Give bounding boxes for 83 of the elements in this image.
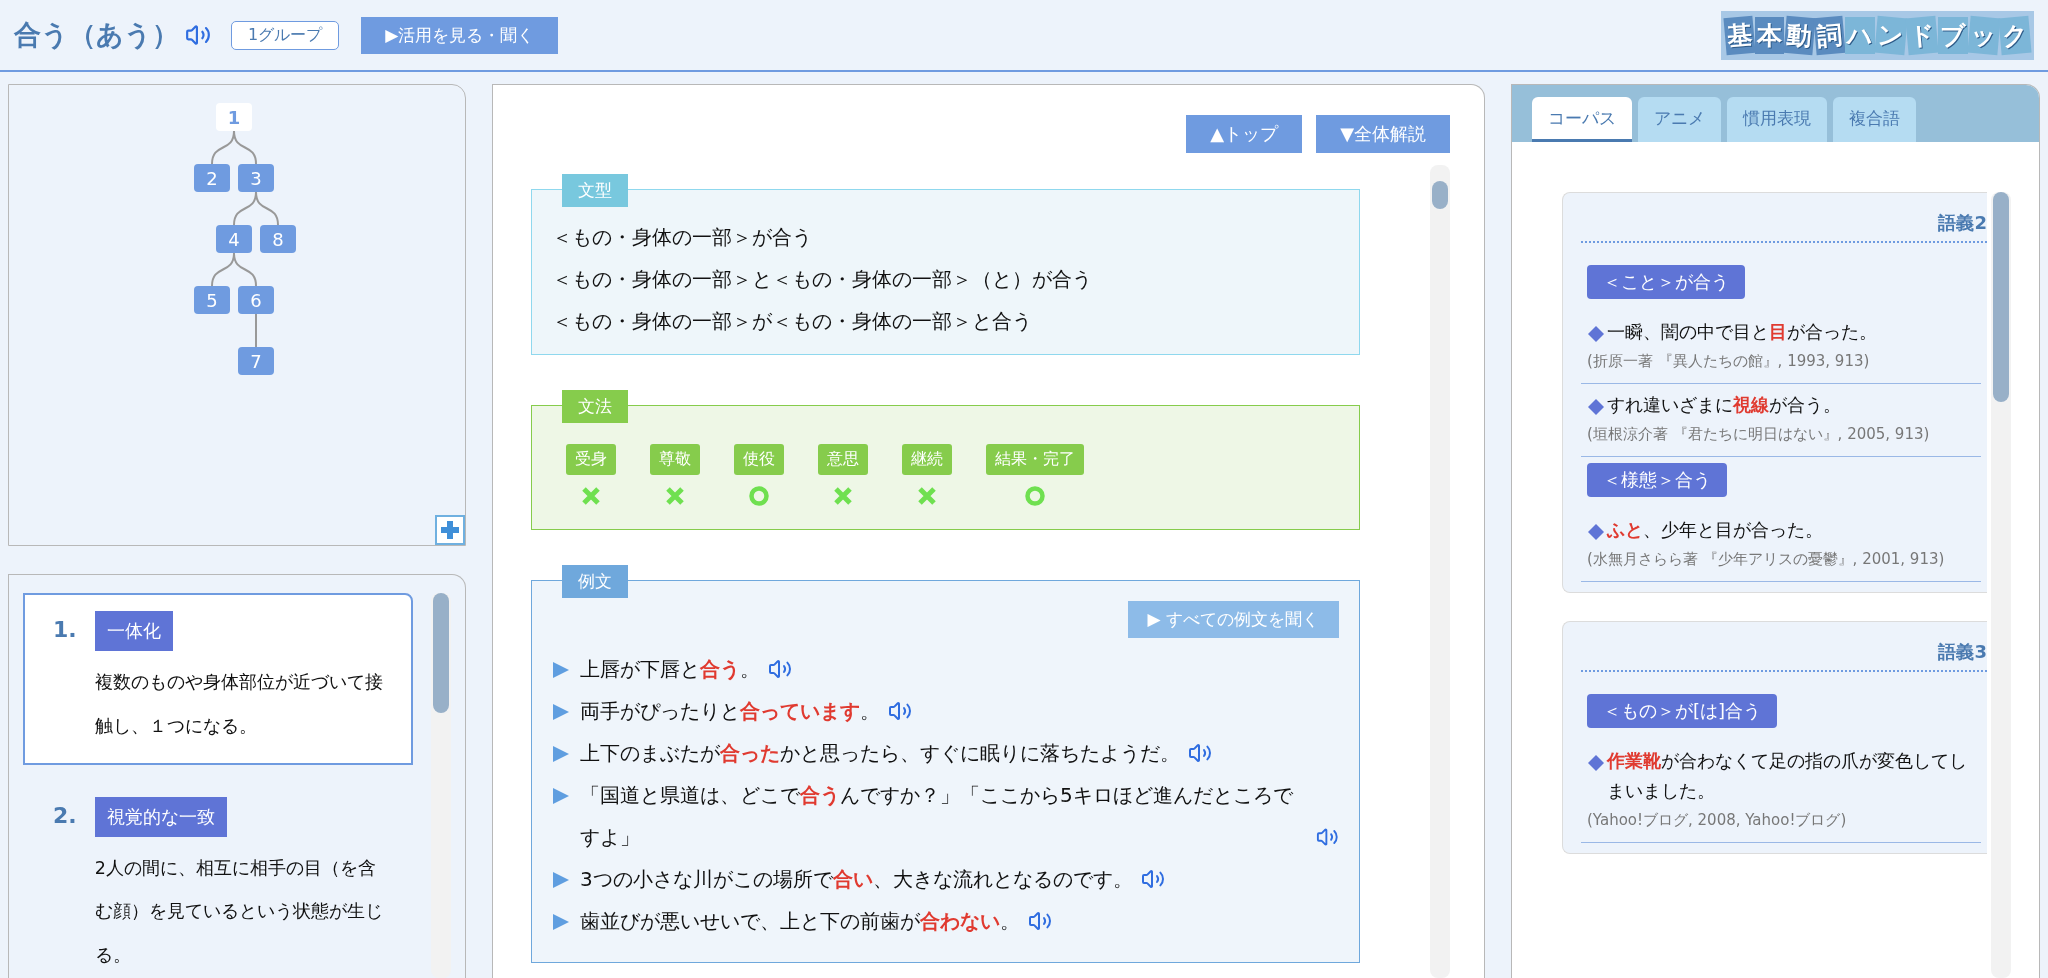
- example-sentence: 上唇が下唇と合う。: [580, 656, 760, 683]
- pattern-tag: ＜様態＞合う: [1587, 463, 1727, 497]
- scrollbar[interactable]: [1991, 192, 2011, 978]
- example-source: (水無月さらら著 『少年アリスの憂鬱』, 2001, 913): [1587, 549, 1946, 570]
- tree-node[interactable]: 8: [260, 225, 296, 253]
- diamond-icon: [1587, 754, 1605, 772]
- sense-heading: 語義2: [1938, 211, 1987, 235]
- grammar-tag: 尊敬: [650, 444, 700, 475]
- connector-line: [255, 191, 279, 226]
- diamond-icon: [1587, 325, 1605, 343]
- speaker-icon[interactable]: [768, 657, 792, 681]
- example-sentence: 上下のまぶたが合ったかと思ったら、すぐに眠りに落ちたようだ。: [580, 740, 1180, 767]
- sense-label: 一体化: [94, 611, 173, 651]
- triangle-icon: [552, 787, 570, 805]
- section-tag: 例文: [562, 565, 628, 598]
- tree-node[interactable]: 3: [238, 164, 274, 192]
- example-sentence: 3つの小さな川がこの場所で合い、大きな流れとなるのです。: [580, 866, 1133, 893]
- sentence-pattern: ＜もの・身体の一部＞が合う: [552, 224, 813, 251]
- conjugation-button[interactable]: ▶活用を見る・聞く: [361, 16, 559, 54]
- plus-icon: [440, 520, 460, 540]
- grammar-tag: 使役: [734, 444, 784, 475]
- expand-button[interactable]: [435, 515, 465, 545]
- tab[interactable]: 複合語: [1833, 97, 1916, 142]
- nav-button[interactable]: ▼全体解説: [1316, 115, 1450, 153]
- scrollbar[interactable]: [1430, 165, 1450, 978]
- sense-heading: 語義3: [1938, 640, 1987, 664]
- tree-node[interactable]: 4: [216, 225, 252, 253]
- pattern-tag: ＜もの＞が[は]合う: [1587, 694, 1778, 728]
- triangle-icon: [552, 913, 570, 931]
- tab[interactable]: アニメ: [1638, 97, 1721, 142]
- nav-button[interactable]: ▲トップ: [1186, 115, 1303, 153]
- tab[interactable]: 慣用表現: [1727, 97, 1827, 142]
- tree-node[interactable]: 6: [238, 286, 274, 314]
- speaker-icon[interactable]: [1140, 867, 1165, 891]
- sentence-pattern: ＜もの・身体の一部＞が＜もの・身体の一部＞と合う: [552, 308, 1033, 335]
- sense-description: 2人の間に、相互に相手の目（を含む顔）を見ているという状態が生じる。: [94, 856, 384, 967]
- verb-group-tag: 1グループ: [231, 20, 340, 50]
- example-source: (垣根涼介著 『君たちに明日はない』, 2005, 913): [1587, 424, 1931, 445]
- triangle-icon: [552, 745, 570, 763]
- sense-description: 複数のものや身体部位が近づいて接触し、１つになる。: [94, 671, 384, 738]
- grammar-tag: 受身: [566, 444, 616, 475]
- grammar-tag: 継続: [902, 444, 952, 475]
- diamond-icon: [1587, 398, 1605, 416]
- corpus-example: すれ違いざまに視線が合う。: [1607, 393, 1841, 417]
- site-logo[interactable]: 基本動詞ハンドブック: [1721, 10, 2034, 60]
- sense-number: 2.: [53, 801, 77, 830]
- speaker-icon[interactable]: [1188, 741, 1212, 765]
- pattern-tag: ＜こと＞が合う: [1587, 265, 1745, 299]
- sense-item[interactable]: 1. 一体化 複数のものや身体部位が近づいて接触し、１つになる。: [23, 593, 413, 765]
- corpus-example: 一瞬、闇の中で目と目が合った。: [1607, 320, 1877, 344]
- connector-line: [233, 130, 257, 165]
- triangle-icon: [552, 661, 570, 679]
- example-source: (Yahoo!ブログ, 2008, Yahoo!ブログ): [1587, 810, 1848, 831]
- play-all-button[interactable]: ▶ すべての例文を聞く: [1127, 601, 1339, 638]
- speaker-icon[interactable]: [185, 22, 211, 48]
- tree-node[interactable]: 7: [238, 347, 274, 375]
- grammar-tag: 意思: [818, 444, 868, 475]
- section-tag: 文型: [562, 174, 628, 207]
- tree-node[interactable]: 2: [194, 164, 230, 192]
- diamond-icon: [1587, 523, 1605, 541]
- example-source: (折原一著 『異人たちの館』, 1993, 913): [1587, 351, 1871, 372]
- triangle-icon: [552, 703, 570, 721]
- example-sentence: 「国道と県道は、どこで合うんですか？」「ここから5キロほど進んだところですよ」: [580, 782, 1294, 851]
- section-tag: 文法: [562, 390, 628, 423]
- tab[interactable]: コーパス: [1532, 97, 1632, 142]
- tree-node[interactable]: 1: [216, 103, 252, 131]
- word-title: 合う（あう）: [14, 18, 179, 52]
- corpus-example: ふと、少年と目が合った。: [1607, 518, 1823, 542]
- sense-number: 1.: [53, 616, 77, 644]
- example-sentence: 歯並びが悪いせいで、上と下の前歯が合わない。: [580, 908, 1020, 935]
- grammar-tag: 結果・完了: [986, 444, 1084, 475]
- tree-node[interactable]: 5: [194, 286, 230, 314]
- sentence-pattern: ＜もの・身体の一部＞と＜もの・身体の一部＞（と）が合う: [552, 266, 1093, 293]
- example-sentence: 両手がぴったりと合っています。: [580, 698, 880, 725]
- sense-label: 視覚的な一致: [94, 796, 227, 837]
- scrollbar[interactable]: [431, 593, 451, 978]
- connector-line: [255, 313, 257, 348]
- speaker-icon[interactable]: [888, 699, 912, 723]
- triangle-icon: [552, 871, 570, 889]
- sense-item[interactable]: 2. 視覚的な一致 2人の間に、相互に相手の目（を含む顔）を見ているという状態が生じる。: [23, 778, 413, 978]
- speaker-icon[interactable]: [1028, 909, 1052, 933]
- corpus-example: 作業靴が合わなくて足の指の爪が変色してしまいました。: [1607, 749, 1968, 803]
- connector-line: [233, 252, 257, 287]
